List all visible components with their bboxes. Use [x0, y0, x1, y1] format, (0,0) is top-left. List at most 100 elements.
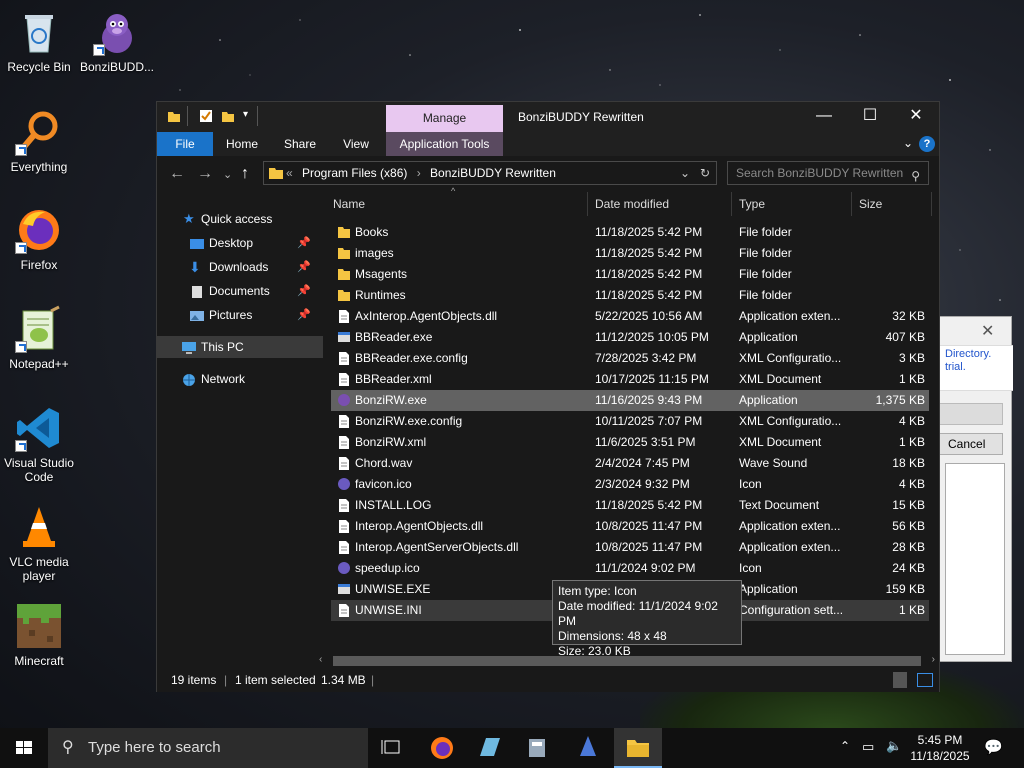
file-size: 1 KB: [898, 435, 925, 449]
taskbar-firefox[interactable]: [418, 728, 466, 768]
desktop-icon-vscode[interactable]: Visual Studio Code: [0, 404, 78, 484]
tab-share[interactable]: Share: [275, 132, 325, 156]
taskbar-app-1[interactable]: [466, 728, 514, 768]
file-row[interactable]: favicon.ico 2/3/2024 9:32 PM Icon 4 KB: [331, 474, 929, 495]
file-row[interactable]: images 11/18/2025 5:42 PM File folder: [331, 243, 929, 264]
pin-icon[interactable]: 📌: [297, 280, 311, 302]
network-status-icon[interactable]: ▭: [862, 739, 874, 755]
file-row[interactable]: BBReader.xml 10/17/2025 11:15 PM XML Docum…: [331, 369, 929, 390]
desktop-icon-firefox[interactable]: Firefox: [0, 206, 78, 272]
volume-muted-icon[interactable]: 🔈: [886, 738, 902, 754]
tab-view[interactable]: View: [331, 132, 381, 156]
breadcrumb-overflow[interactable]: «: [286, 162, 293, 184]
nav-network[interactable]: Network: [157, 368, 323, 390]
close-icon[interactable]: ✕: [981, 321, 994, 341]
tooltip-type: Item type: Icon: [558, 584, 637, 598]
nav-this-pc[interactable]: This PC: [157, 336, 323, 358]
file-row[interactable]: BBReader.exe.config 7/28/2025 3:42 PM XML …: [331, 348, 929, 369]
details-view-icon[interactable]: [893, 672, 907, 688]
breadcrumb-program-files[interactable]: Program Files (x86): [302, 166, 407, 180]
column-header-type[interactable]: Type: [739, 192, 765, 216]
desktop-icon-minecraft[interactable]: Minecraft: [0, 602, 78, 668]
nav-downloads[interactable]: ⬇ Downloads 📌: [157, 256, 323, 278]
tab-application-tools[interactable]: Application Tools: [386, 132, 503, 156]
column-divider[interactable]: [931, 192, 932, 216]
help-icon[interactable]: ?: [919, 136, 935, 152]
taskbar-app-2[interactable]: [514, 728, 562, 768]
nav-quick-access[interactable]: ★ Quick access: [157, 208, 323, 230]
tab-file[interactable]: File: [157, 132, 213, 156]
file-row[interactable]: Chord.wav 2/4/2024 7:45 PM Wave Sound 18 KB: [331, 453, 929, 474]
tab-manage[interactable]: Manage: [386, 105, 503, 132]
search-icon: ⚲: [911, 169, 920, 183]
desktop-icon-notepadpp[interactable]: Notepad++: [0, 305, 78, 371]
minimize-button[interactable]: —: [801, 102, 847, 132]
column-divider[interactable]: [851, 192, 852, 216]
file-row[interactable]: BonziRW.xml 11/6/2025 3:51 PM XML Document…: [331, 432, 929, 453]
column-divider[interactable]: [587, 192, 588, 216]
back-arrow-icon[interactable]: ←: [169, 165, 185, 183]
file-date: 5/22/2025 10:56 AM: [595, 309, 703, 323]
column-divider[interactable]: [731, 192, 732, 216]
search-input[interactable]: Search BonziBUDDY Rewritten ⚲: [727, 161, 929, 185]
file-row[interactable]: AxInterop.AgentObjects.dll 5/22/2025 10:5…: [331, 306, 929, 327]
notification-center-icon[interactable]: 💬: [984, 738, 1003, 756]
file-row[interactable]: BonziRW.exe 11/16/2025 9:43 PM Application…: [331, 390, 929, 411]
file-size: 28 KB: [892, 540, 925, 554]
forward-arrow-icon[interactable]: →: [197, 165, 213, 183]
breadcrumb-bonzibuddy[interactable]: BonziBUDDY Rewritten: [430, 166, 556, 180]
desktop-icon-everything[interactable]: Everything: [0, 108, 78, 174]
file-row[interactable]: Msagents 11/18/2025 5:42 PM File folder: [331, 264, 929, 285]
recent-locations-icon[interactable]: ⌄: [223, 168, 232, 181]
up-arrow-icon[interactable]: ↑: [241, 165, 249, 183]
large-icons-view-icon[interactable]: [917, 673, 933, 687]
column-header-date[interactable]: Date modified: [595, 192, 669, 216]
refresh-icon[interactable]: ↻: [700, 162, 710, 184]
file-row[interactable]: BonziRW.exe.config 10/11/2025 7:07 PM XML …: [331, 411, 929, 432]
desktop-icon-bonzibuddy[interactable]: BonziBUDD...: [78, 8, 156, 74]
desktop-icon-vlc[interactable]: VLC media player: [0, 503, 78, 583]
system-clock[interactable]: 5:45 PM 11/18/2025: [908, 732, 972, 764]
nav-pictures[interactable]: Pictures 📌: [157, 304, 323, 326]
taskbar-bonzibuddy[interactable]: [564, 728, 612, 768]
file-row[interactable]: BBReader.exe 11/12/2025 10:05 PM Applicati…: [331, 327, 929, 348]
expand-ribbon-icon[interactable]: ⌄: [903, 136, 913, 150]
file-row[interactable]: Interop.AgentServerObjects.dll 10/8/2025 …: [331, 537, 929, 558]
vlc-cone-icon: [15, 503, 63, 551]
file-date: 11/6/2025 3:51 PM: [595, 435, 696, 449]
nav-documents[interactable]: Documents 📌: [157, 280, 323, 302]
file-size: 18 KB: [892, 456, 925, 470]
pin-icon[interactable]: 📌: [297, 304, 311, 326]
taskbar-file-explorer[interactable]: [614, 728, 662, 768]
status-divider: |: [371, 673, 375, 687]
properties-icon[interactable]: [199, 109, 213, 126]
file-row[interactable]: Interop.AgentObjects.dll 10/8/2025 11:47 …: [331, 516, 929, 537]
start-button[interactable]: [0, 728, 48, 768]
task-view-button[interactable]: [368, 728, 416, 768]
file-row[interactable]: speedup.ico 11/1/2024 9:02 PM Icon 24 KB: [331, 558, 929, 579]
dialog-list-box: [945, 463, 1005, 655]
address-bar[interactable]: « Program Files (x86) › BonziBUDDY Rewri…: [263, 161, 717, 185]
file-row[interactable]: Runtimes 11/18/2025 5:42 PM File folder: [331, 285, 929, 306]
tab-home[interactable]: Home: [217, 132, 267, 156]
navigation-pane: ★ Quick access Desktop 📌 ⬇ Downloads 📌 D…: [157, 192, 323, 662]
file-date: 2/4/2024 7:45 PM: [595, 456, 690, 470]
file-row[interactable]: INSTALL.LOG 11/18/2025 5:42 PM Text Docume…: [331, 495, 929, 516]
customize-qat-icon[interactable]: ▾: [243, 109, 248, 120]
pin-icon[interactable]: 📌: [297, 232, 311, 254]
pin-icon[interactable]: 📌: [297, 256, 311, 278]
scroll-right-icon[interactable]: ›: [932, 654, 935, 665]
close-button[interactable]: ✕: [893, 102, 939, 132]
address-dropdown-icon[interactable]: ⌄: [680, 162, 690, 184]
nav-desktop[interactable]: Desktop 📌: [157, 232, 323, 254]
desktop-icon-recycle-bin[interactable]: Recycle Bin: [0, 8, 78, 74]
file-row[interactable]: Books 11/18/2025 5:42 PM File folder: [331, 222, 929, 243]
scroll-left-icon[interactable]: ‹: [319, 654, 322, 665]
new-folder-icon[interactable]: [221, 109, 235, 126]
show-hidden-icons[interactable]: ⌃: [840, 739, 850, 753]
maximize-button[interactable]: ☐: [847, 102, 893, 132]
cancel-button[interactable]: Cancel: [939, 433, 1003, 455]
column-header-size[interactable]: Size: [859, 192, 882, 216]
taskbar-search-input[interactable]: ⚲ Type here to search: [48, 728, 368, 768]
column-header-name[interactable]: Name: [333, 192, 365, 216]
